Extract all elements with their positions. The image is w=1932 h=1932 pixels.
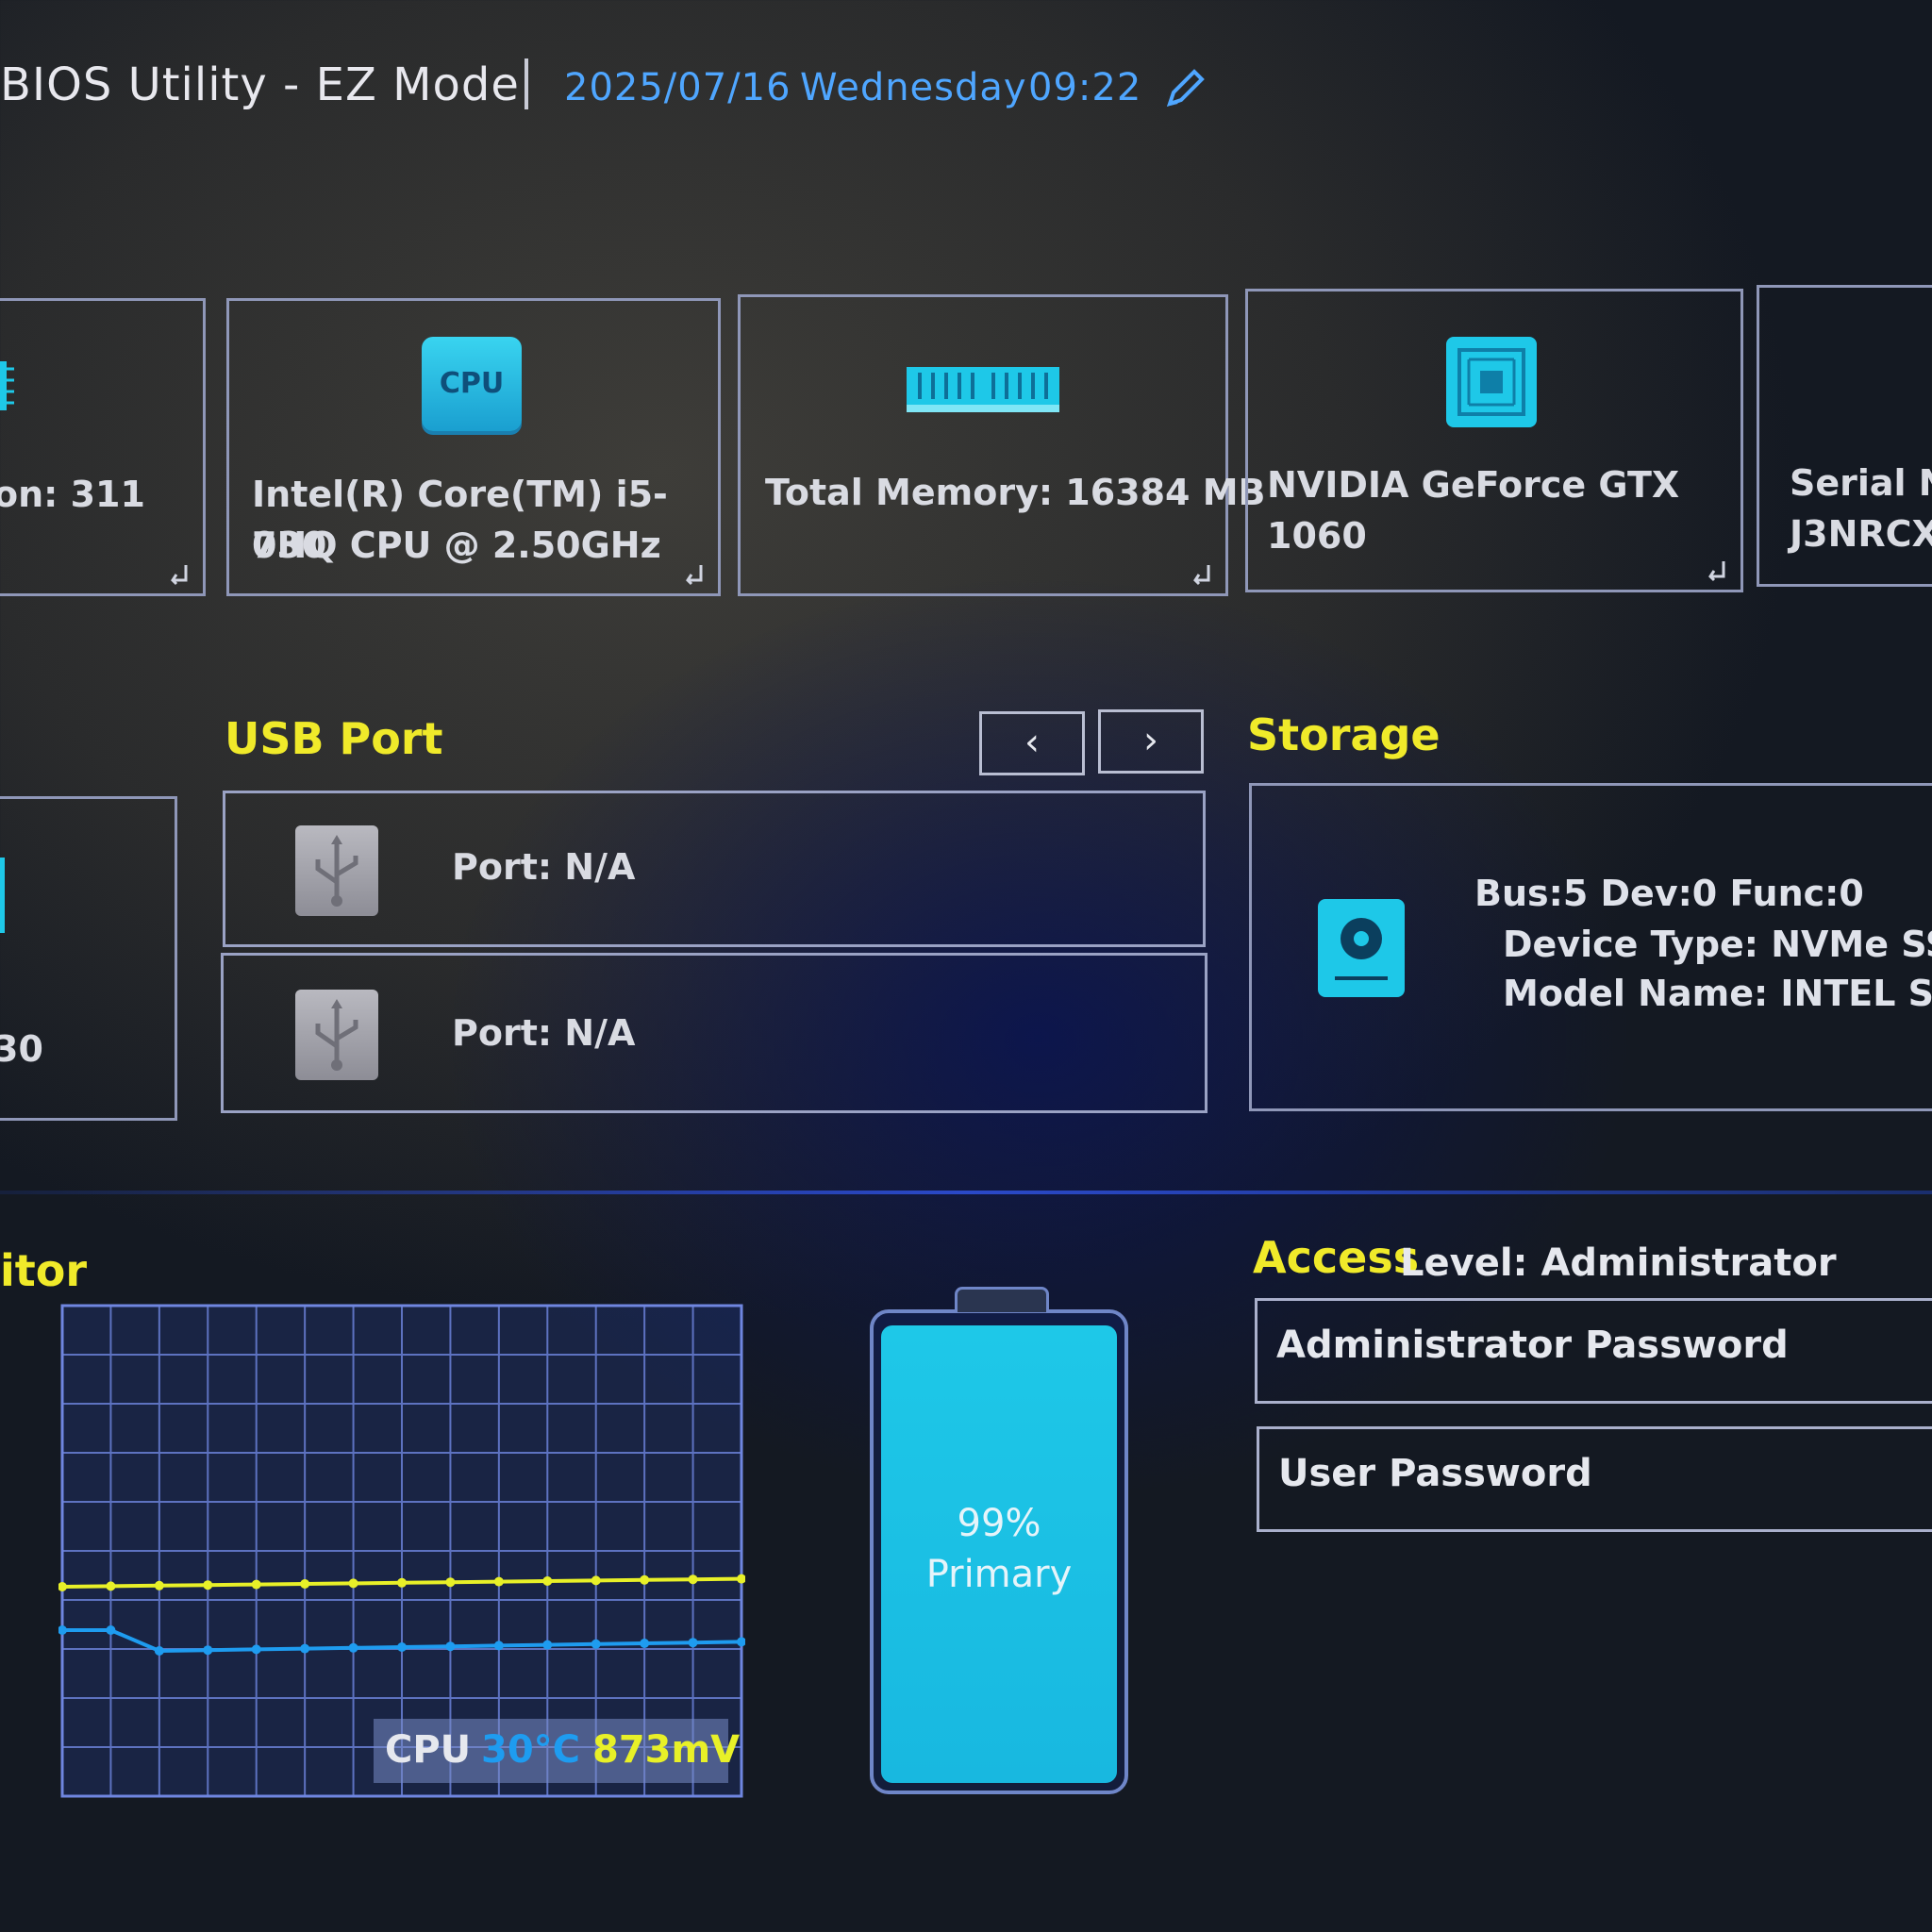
trace-point <box>445 1641 456 1652</box>
trace-point <box>203 1580 213 1591</box>
trace-point <box>591 1575 601 1586</box>
battery-cap <box>955 1287 1049 1312</box>
user-password-field[interactable]: User Password <box>1257 1426 1932 1532</box>
expand-corner-icon[interactable] <box>684 563 710 588</box>
storage-section-title: Storage <box>1247 709 1441 760</box>
trace-point <box>591 1639 601 1649</box>
cpu-voltage: 873mV <box>592 1728 741 1772</box>
expand-corner-icon[interactable] <box>1191 563 1218 588</box>
partial-icon <box>0 858 5 933</box>
info-card-memory[interactable]: Total Memory: 16384 MB <box>738 294 1265 596</box>
trace-point <box>106 1625 116 1635</box>
header-weekday: Wednesday <box>800 66 1027 109</box>
battery-percent: 99% <box>957 1502 1041 1545</box>
left-partial-panel: 30 <box>0 796 177 1121</box>
administrator-password-label: Administrator Password <box>1276 1324 1789 1367</box>
header-date[interactable]: 2025/07/16 <box>564 66 791 109</box>
info-card-cpu[interactable]: CPU Intel(R) Core(TM) i5-730 0HQ CPU @ 2… <box>226 298 721 596</box>
trace-point <box>688 1638 698 1648</box>
usb-port-row[interactable]: Port: N/A <box>221 953 1208 1113</box>
trace-point <box>542 1640 553 1650</box>
trace-point <box>688 1574 698 1585</box>
page-title: BIOS Utility - EZ Mode <box>0 58 520 111</box>
administrator-password-field[interactable]: Administrator Password <box>1255 1298 1932 1404</box>
info-card-serial[interactable]: Serial N J3NRCX <box>1757 285 1932 587</box>
memory-total: Total Memory: 16384 MB <box>765 472 1266 513</box>
storage-bus: Bus:5 Dev:0 Func:0 <box>1474 873 1864 914</box>
info-card-bios-text: on: 311 <box>0 474 145 515</box>
header-divider <box>525 58 528 109</box>
storage-device-type: Device Type: NVMe SSD <box>1503 924 1932 965</box>
trace-point <box>106 1581 116 1591</box>
chip-icon <box>0 358 16 414</box>
trace-point <box>493 1641 504 1651</box>
trace-point <box>251 1579 261 1590</box>
trace-point <box>640 1574 650 1585</box>
usb-icon <box>295 825 378 916</box>
memory-icon <box>907 365 1059 414</box>
disk-icon <box>1318 899 1405 997</box>
trace-point <box>542 1576 553 1586</box>
trace-point <box>203 1645 213 1656</box>
section-divider <box>0 1191 1932 1194</box>
trace-point <box>300 1643 310 1654</box>
serial-line2: J3NRCX <box>1790 513 1932 555</box>
access-section-title: Access <box>1253 1232 1420 1283</box>
trace-point <box>493 1576 504 1587</box>
info-card-gpu[interactable]: NVIDIA GeForce GTX 1060 <box>1245 289 1743 592</box>
trace-point <box>640 1639 650 1648</box>
expand-corner-icon[interactable] <box>1707 559 1733 584</box>
trace-point <box>251 1644 261 1655</box>
trace-point <box>154 1646 164 1656</box>
access-level: Level: Administrator <box>1400 1241 1837 1285</box>
trace-point <box>397 1577 407 1588</box>
usb-prev-button[interactable]: ‹ <box>979 711 1085 775</box>
trace-point <box>348 1642 358 1653</box>
trace-point <box>154 1580 164 1591</box>
pencil-icon[interactable] <box>1162 66 1208 111</box>
left-partial-value: 30 <box>0 1028 43 1070</box>
usb-next-button[interactable]: › <box>1098 709 1204 774</box>
header-time[interactable]: 09:22 <box>1028 66 1141 109</box>
info-card-bios[interactable]: on: 311 <box>0 298 206 596</box>
usb-section-title: USB Port <box>225 713 443 764</box>
usb-port-row[interactable]: Port: N/A <box>223 791 1206 947</box>
expand-corner-icon[interactable] <box>169 563 195 588</box>
usb-port-label: Port: N/A <box>452 1012 636 1054</box>
usb-port-label: Port: N/A <box>452 846 636 888</box>
trace-point <box>348 1578 358 1589</box>
cpu-readout-label: CPU <box>385 1728 472 1772</box>
battery-label: Primary <box>925 1553 1073 1596</box>
cpu-temp: 30°C <box>481 1728 581 1772</box>
monitor-section-title: itor <box>0 1245 88 1296</box>
cpu-name-line2: 0HQ CPU @ 2.50GHz <box>252 525 661 566</box>
user-password-label: User Password <box>1278 1452 1592 1495</box>
storage-model-name: Model Name: INTEL SSD <box>1503 973 1932 1014</box>
storage-panel[interactable]: Bus:5 Dev:0 Func:0 Device Type: NVMe SSD… <box>1249 783 1932 1111</box>
battery-indicator: 99% Primary <box>870 1287 1128 1794</box>
cpu-icon: CPU <box>422 337 522 431</box>
gpu-name-line2: 1060 <box>1267 515 1367 557</box>
usb-icon <box>295 990 378 1080</box>
trace-point <box>445 1577 456 1588</box>
monitor-graph: CPU 30°C 873mV <box>58 1304 746 1800</box>
trace-point <box>397 1642 407 1652</box>
gpu-icon <box>1446 337 1537 427</box>
trace-point <box>300 1579 310 1589</box>
gpu-name-line1: NVIDIA GeForce GTX <box>1267 464 1680 506</box>
serial-line1: Serial N <box>1790 462 1932 504</box>
cpu-readout: CPU 30°C 873mV <box>374 1719 740 1783</box>
